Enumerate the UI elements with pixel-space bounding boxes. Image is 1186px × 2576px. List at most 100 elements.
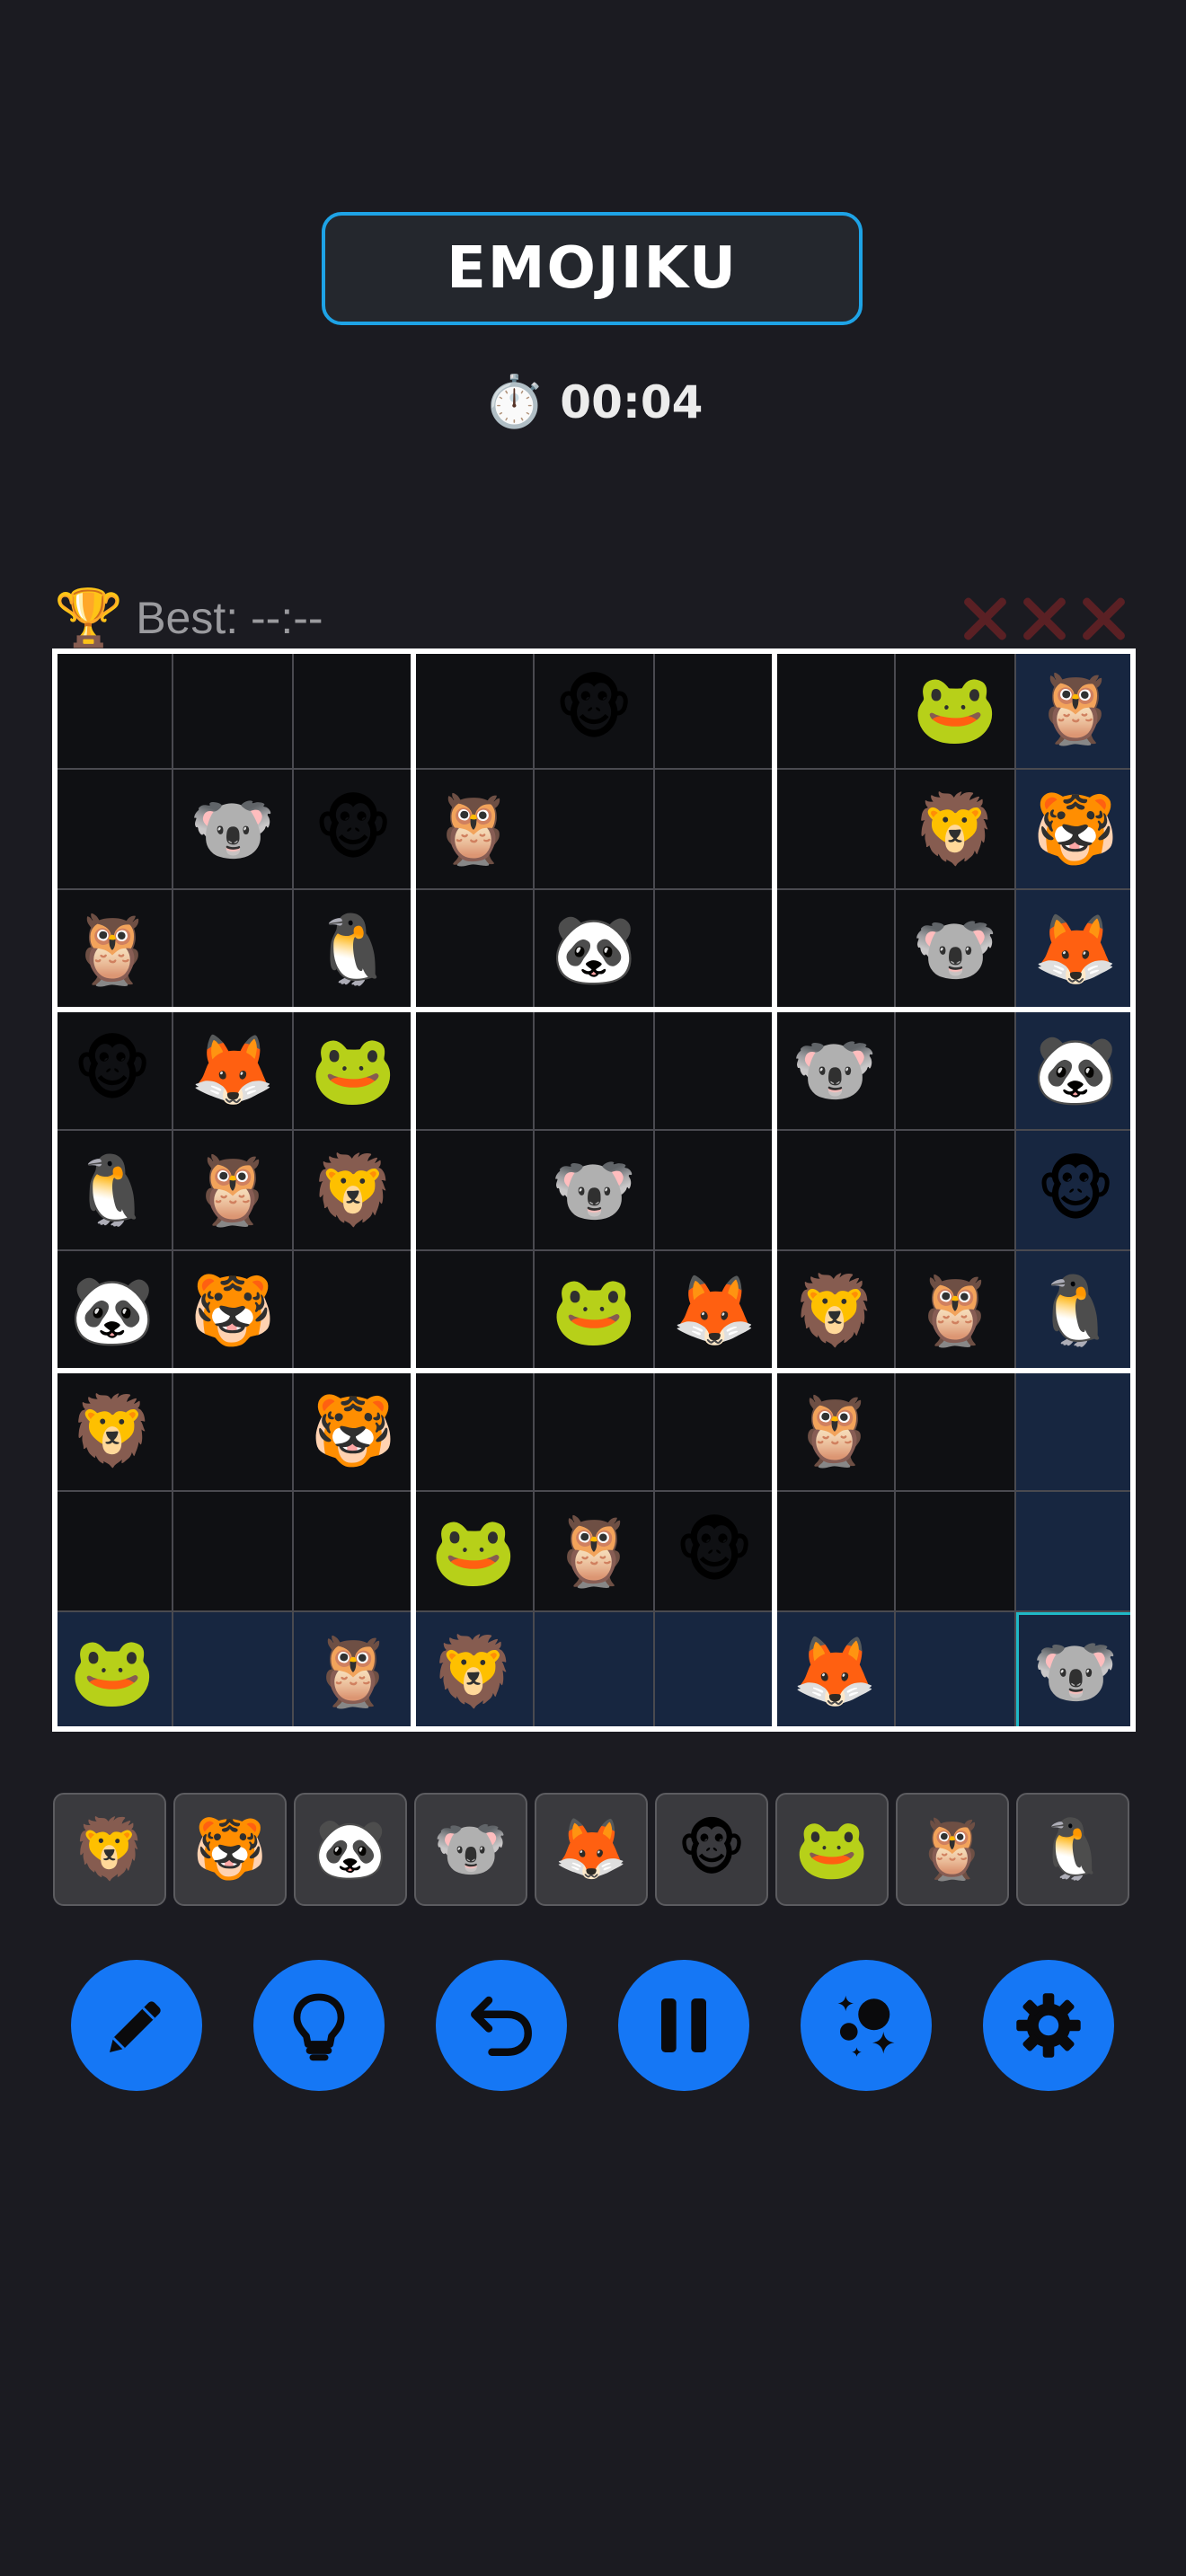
board-cell[interactable] xyxy=(293,648,413,769)
board-cell[interactable]: 🦁 xyxy=(413,1611,534,1732)
board-cell[interactable]: 🐧 xyxy=(52,1130,173,1250)
board-cell[interactable]: 🐨 xyxy=(173,769,293,889)
board-cell[interactable]: 🦊 xyxy=(654,1250,774,1371)
board-cell[interactable]: 🐨 xyxy=(1015,1611,1136,1732)
board-cell[interactable]: 🦁 xyxy=(895,769,1015,889)
board-cell[interactable]: 🐵 xyxy=(654,1491,774,1611)
board-cell[interactable]: 🐼 xyxy=(534,889,654,1010)
board-cell[interactable] xyxy=(52,1491,173,1611)
board-cell[interactable] xyxy=(173,889,293,1010)
board-cell[interactable]: 🐯 xyxy=(1015,769,1136,889)
board-cell[interactable]: 🦊 xyxy=(173,1010,293,1130)
board-cell[interactable]: 🦉 xyxy=(774,1371,895,1491)
board-cell[interactable]: 🦉 xyxy=(1015,648,1136,769)
board-cell[interactable] xyxy=(774,1491,895,1611)
palette-monkey-button[interactable]: 🐵 xyxy=(655,1793,768,1906)
board-cell[interactable]: 🐸 xyxy=(895,648,1015,769)
board-cell[interactable] xyxy=(534,1371,654,1491)
board-cell[interactable] xyxy=(654,648,774,769)
pause-button[interactable] xyxy=(618,1960,749,2091)
board-cell[interactable] xyxy=(413,1371,534,1491)
board-cell[interactable] xyxy=(895,1491,1015,1611)
board-cell[interactable]: 🐼 xyxy=(52,1250,173,1371)
board-cell[interactable] xyxy=(654,1371,774,1491)
board-cell[interactable]: 🦁 xyxy=(774,1250,895,1371)
undo-button[interactable] xyxy=(436,1960,567,2091)
board-cell[interactable]: 🐵 xyxy=(534,648,654,769)
palette-owl-button[interactable]: 🦉 xyxy=(896,1793,1009,1906)
board-cell[interactable]: 🐯 xyxy=(173,1250,293,1371)
board-cell[interactable] xyxy=(895,1130,1015,1250)
board-cell[interactable]: 🐼 xyxy=(1015,1010,1136,1130)
board-cell[interactable] xyxy=(52,769,173,889)
hint-button[interactable] xyxy=(253,1960,385,2091)
board-cell[interactable]: 🦊 xyxy=(1015,889,1136,1010)
board-cell[interactable] xyxy=(774,889,895,1010)
board-cell[interactable] xyxy=(1015,1371,1136,1491)
sudoku-board[interactable]: 🐵 🐸 🦉 🐨 🐵 🦉 🦁 🐯 🦉 🐧 🐼 🐨 🦊 🐵 🦊 🐸 🐨 🐼 🐧 🦉 🦁 🐨 🐵 🐼 🐯 🐸 🦊 🦁 🦉 🐧 🦁 🐯 🦉 🐸 🦉 🐵 🐸 🦉 🦁 🦊… xyxy=(52,648,1136,1732)
board-cell[interactable]: 🐸 xyxy=(52,1611,173,1732)
board-cell[interactable] xyxy=(534,1010,654,1130)
board-cell[interactable] xyxy=(654,1010,774,1130)
board-cell[interactable] xyxy=(774,1130,895,1250)
board-cell[interactable]: 🦁 xyxy=(52,1371,173,1491)
board-cell[interactable] xyxy=(774,769,895,889)
board-cell[interactable]: 🐵 xyxy=(1015,1130,1136,1250)
board-cell[interactable] xyxy=(654,1611,774,1732)
board-cell[interactable]: 🦉 xyxy=(52,889,173,1010)
palette-penguin-button[interactable]: 🐧 xyxy=(1016,1793,1129,1906)
board-cell[interactable] xyxy=(413,1250,534,1371)
board-cell[interactable] xyxy=(173,1371,293,1491)
board-cell[interactable] xyxy=(534,1611,654,1732)
board-cell[interactable]: 🐵 xyxy=(293,769,413,889)
board-cell[interactable] xyxy=(1015,1491,1136,1611)
board-cell[interactable] xyxy=(293,1250,413,1371)
pencil-button[interactable] xyxy=(71,1960,202,2091)
palette-fox-button[interactable]: 🦊 xyxy=(535,1793,648,1906)
board-cell[interactable]: 🐧 xyxy=(293,889,413,1010)
board-cell[interactable]: 🦉 xyxy=(293,1611,413,1732)
board-cell[interactable]: 🐨 xyxy=(895,889,1015,1010)
board-cell[interactable] xyxy=(895,1010,1015,1130)
board-cell[interactable]: 🐯 xyxy=(293,1371,413,1491)
board-cell[interactable]: 🦉 xyxy=(534,1491,654,1611)
mistake-counter xyxy=(958,587,1130,650)
board-cell[interactable] xyxy=(654,1130,774,1250)
board-cell[interactable] xyxy=(413,1010,534,1130)
board-cell[interactable]: 🦁 xyxy=(293,1130,413,1250)
board-cell[interactable] xyxy=(534,769,654,889)
settings-button[interactable] xyxy=(983,1960,1114,2091)
board-cell[interactable] xyxy=(413,1130,534,1250)
board-cell[interactable] xyxy=(774,648,895,769)
board-cell[interactable] xyxy=(413,889,534,1010)
best-time-label: Best: --:-- xyxy=(136,593,323,643)
board-cell[interactable]: 🐨 xyxy=(534,1130,654,1250)
board-cell[interactable] xyxy=(293,1491,413,1611)
board-cell[interactable]: 🐸 xyxy=(413,1491,534,1611)
palette-tiger-button[interactable]: 🐯 xyxy=(173,1793,287,1906)
board-cell[interactable]: 🐧 xyxy=(1015,1250,1136,1371)
board-cell[interactable]: 🦊 xyxy=(774,1611,895,1732)
palette-frog-button[interactable]: 🐸 xyxy=(775,1793,889,1906)
palette-koala-button[interactable]: 🐨 xyxy=(414,1793,527,1906)
title-banner: EMOJIKU xyxy=(322,212,863,325)
board-cell[interactable] xyxy=(173,1491,293,1611)
board-cell[interactable] xyxy=(654,889,774,1010)
board-cell[interactable]: 🐵 xyxy=(52,1010,173,1130)
board-cell[interactable]: 🦉 xyxy=(413,769,534,889)
board-cell[interactable] xyxy=(173,1611,293,1732)
board-cell[interactable]: 🐨 xyxy=(774,1010,895,1130)
board-cell[interactable] xyxy=(52,648,173,769)
magic-button[interactable] xyxy=(801,1960,932,2091)
board-cell[interactable] xyxy=(895,1611,1015,1732)
board-cell[interactable] xyxy=(654,769,774,889)
board-cell[interactable]: 🐸 xyxy=(534,1250,654,1371)
board-cell[interactable] xyxy=(413,648,534,769)
palette-panda-button[interactable]: 🐼 xyxy=(294,1793,407,1906)
board-cell[interactable]: 🦉 xyxy=(895,1250,1015,1371)
palette-lion-button[interactable]: 🦁 xyxy=(53,1793,166,1906)
board-cell[interactable]: 🦉 xyxy=(173,1130,293,1250)
board-cell[interactable]: 🐸 xyxy=(293,1010,413,1130)
board-cell[interactable] xyxy=(173,648,293,769)
board-cell[interactable] xyxy=(895,1371,1015,1491)
